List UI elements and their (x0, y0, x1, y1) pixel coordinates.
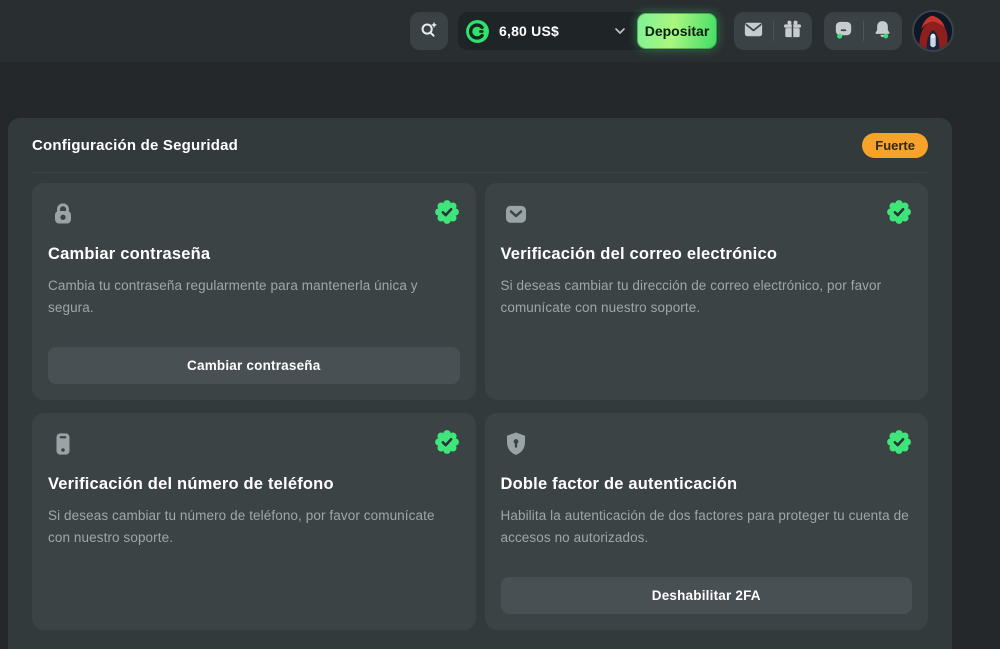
wallet-balance: 6,80 US$ (499, 23, 559, 39)
panel-header: Configuración de Seguridad Fuerte (32, 118, 928, 173)
mail-button[interactable] (736, 12, 770, 50)
security-cards-grid: Cambiar contraseña Cambia tu contraseña … (32, 183, 928, 630)
wallet-selector[interactable]: 6,80 US$ Depositar (458, 12, 718, 50)
mail-gift-group (734, 12, 812, 50)
card-description: Cambia tu contraseña regularmente para m… (48, 275, 460, 318)
search-icon (418, 19, 440, 44)
verified-badge-icon (434, 199, 460, 225)
envelope-icon (501, 199, 531, 229)
chat-icon (832, 18, 855, 44)
divider (773, 21, 774, 41)
lock-icon (48, 199, 78, 229)
shield-icon (501, 429, 531, 459)
security-card-password: Cambiar contraseña Cambia tu contraseña … (32, 183, 476, 400)
topbar: 6,80 US$ Depositar (0, 0, 1000, 62)
security-card-phone: Verificación del número de teléfono Si d… (32, 413, 476, 630)
avatar[interactable] (912, 10, 954, 52)
divider (863, 21, 864, 41)
security-card-email: Verificación del correo electrónico Si d… (485, 183, 929, 400)
chat-button[interactable] (826, 12, 860, 50)
change-password-button[interactable]: Cambiar contraseña (48, 347, 460, 384)
chat-bell-group (824, 12, 902, 50)
rewards-button[interactable] (776, 12, 810, 50)
search-button[interactable] (410, 12, 448, 50)
page-title: Configuración de Seguridad (32, 137, 238, 154)
verified-badge-icon (434, 429, 460, 455)
chevron-down-icon (612, 23, 628, 39)
card-title: Doble factor de autenticación (501, 475, 913, 494)
verified-badge-icon (886, 429, 912, 455)
disable-2fa-button[interactable]: Deshabilitar 2FA (501, 577, 913, 614)
coin-icon (465, 19, 490, 44)
mail-icon (742, 18, 765, 44)
password-strength-badge: Fuerte (862, 133, 928, 158)
notifications-button[interactable] (866, 12, 900, 50)
verified-badge-icon (886, 199, 912, 225)
card-description: Habilita la autenticación de dos factore… (501, 505, 913, 548)
card-title: Verificación del correo electrónico (501, 245, 913, 264)
gift-icon (781, 18, 804, 44)
security-card-2fa: Doble factor de autenticación Habilita l… (485, 413, 929, 630)
phone-icon (48, 429, 78, 459)
deposit-button[interactable]: Depositar (637, 13, 717, 49)
security-settings-panel: Configuración de Seguridad Fuerte (8, 118, 952, 649)
card-title: Verificación del número de teléfono (48, 475, 460, 494)
card-description: Si deseas cambiar tu dirección de correo… (501, 275, 913, 318)
card-description: Si deseas cambiar tu número de teléfono,… (48, 505, 460, 548)
bell-icon (871, 18, 894, 44)
card-title: Cambiar contraseña (48, 245, 460, 264)
